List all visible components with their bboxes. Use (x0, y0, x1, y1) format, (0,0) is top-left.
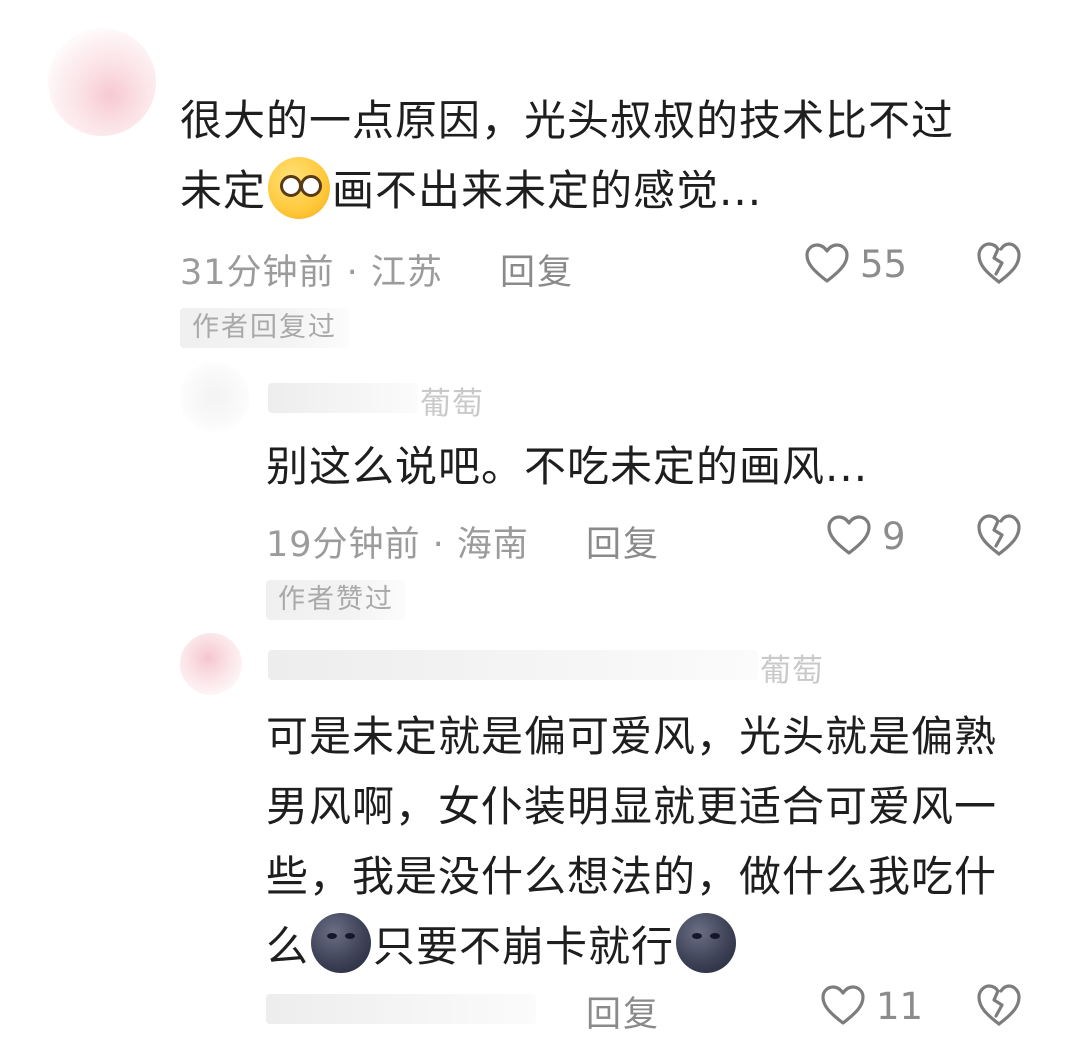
heart-icon[interactable] (804, 242, 850, 284)
comment-line: 很大的一点原因，光头叔叔的技术比不过 (180, 96, 955, 145)
username-blurred (268, 383, 418, 413)
meta-blurred (266, 994, 536, 1024)
like-count: 11 (876, 985, 924, 1028)
reply-button[interactable]: 回复 (586, 986, 660, 1037)
new-moon-face-icon (311, 913, 372, 973)
comment-text: 别这么说吧。不吃未定的画风... (266, 432, 868, 502)
broken-heart-icon[interactable] (975, 241, 1023, 285)
reply-button[interactable]: 回复 (586, 516, 660, 567)
username-blurred (268, 650, 758, 680)
dizzy-face-icon (268, 157, 331, 219)
comment-meta: 19分钟前 · 海南 (266, 525, 529, 565)
comment-line: 么只要不崩卡就行 (266, 912, 997, 982)
broken-heart-icon[interactable] (975, 513, 1023, 557)
comment-line: 未定 画不出来未定的感觉... (180, 156, 954, 226)
avatar[interactable] (180, 633, 242, 695)
comment-meta: 31分钟前 · 江苏 (180, 253, 443, 293)
comment-line: 些，我是没什么想法的，做什么我吃什 (266, 852, 998, 901)
comment-line: 可是未定就是偏可爱风，光头就是偏熟 (266, 712, 998, 761)
comment-line: 男风啊，女仆装明显就更适合可爱风一 (266, 782, 998, 831)
comment-line: 别这么说吧。不吃未定的画风... (266, 442, 869, 491)
comment-text: 可是未定就是偏可爱风，光头就是偏熟 男风啊，女仆装明显就更适合可爱风一 些，我是… (266, 702, 997, 982)
like-count: 55 (860, 243, 908, 286)
new-moon-face-icon (676, 913, 737, 973)
username[interactable]: 葡萄 (760, 645, 824, 690)
author-replied-badge: 作者回复过 (180, 308, 349, 348)
broken-heart-icon[interactable] (975, 983, 1023, 1027)
avatar[interactable] (48, 28, 156, 136)
author-liked-badge: 作者赞过 (266, 580, 406, 620)
heart-icon[interactable] (820, 984, 866, 1026)
reply-button[interactable]: 回复 (500, 244, 574, 295)
comment-text: 很大的一点原因，光头叔叔的技术比不过 未定 画不出来未定的感觉... (180, 86, 954, 226)
like-count: 9 (882, 515, 906, 558)
heart-icon[interactable] (826, 514, 872, 556)
avatar[interactable] (180, 362, 250, 432)
username[interactable]: 葡萄 (420, 378, 484, 423)
